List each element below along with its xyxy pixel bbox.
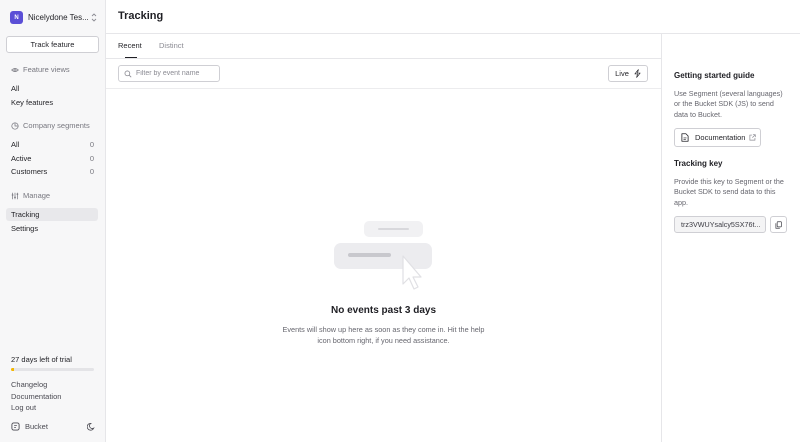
org-switcher[interactable]: N Nicelydone Tes...: [10, 10, 98, 25]
sidebar-item-label: Customers: [11, 167, 48, 176]
external-link-icon: [749, 134, 757, 141]
org-name: Nicelydone Tes...: [28, 13, 89, 22]
track-feature-button[interactable]: Track feature: [6, 36, 99, 53]
live-button[interactable]: Live: [608, 65, 648, 82]
copy-key-button[interactable]: [770, 216, 787, 233]
sidebar-item-label: Tracking: [11, 210, 40, 219]
company-segments-heading: Company segments: [11, 121, 90, 130]
getting-started-heading: Getting started guide: [674, 71, 755, 80]
company-segments-label: Company segments: [23, 121, 90, 130]
copy-icon: [775, 220, 782, 229]
circle-segment-icon: [11, 121, 19, 130]
trial-status: 27 days left of trial: [11, 355, 72, 364]
changelog-link[interactable]: Changelog: [11, 380, 47, 389]
tracking-key-field[interactable]: trz3VWUYsalcy5SX76t...: [674, 216, 766, 233]
trial-progress-fill: [11, 368, 15, 371]
bucket-logo-icon: [11, 422, 20, 431]
live-label: Live: [615, 69, 629, 78]
sliders-icon: [11, 192, 19, 199]
segment-count: 0: [89, 154, 94, 163]
chevron-updown-icon: [91, 13, 97, 22]
brand-label: Bucket: [25, 422, 48, 431]
tab-distinct[interactable]: Distinct: [159, 41, 184, 50]
eye-icon: [11, 67, 19, 72]
manage-label: Manage: [23, 191, 51, 200]
sidebar-item-label: Key features: [11, 98, 54, 107]
sidebar-item-active[interactable]: Active 0: [11, 154, 94, 163]
trial-progress-bar: [11, 368, 94, 371]
org-avatar: N: [10, 11, 23, 24]
sidebar-item-settings[interactable]: Settings: [11, 224, 94, 233]
documentation-button[interactable]: Documentation: [674, 128, 761, 147]
sidebar-item-tracking[interactable]: Tracking: [11, 210, 94, 219]
filter-divider: [106, 88, 661, 89]
segment-count: 0: [89, 140, 94, 149]
document-icon: [681, 133, 689, 142]
event-search[interactable]: [118, 65, 220, 82]
moon-icon[interactable]: [86, 422, 96, 433]
segment-count: 0: [89, 167, 94, 176]
search-icon: [124, 70, 132, 77]
page-title: Tracking: [118, 10, 164, 22]
sidebar-item-label: All: [11, 140, 20, 149]
tracking-key-heading: Tracking key: [674, 159, 723, 168]
search-input[interactable]: [136, 70, 216, 77]
sidebar-item-key-features[interactable]: Key features: [11, 98, 94, 107]
logout-link[interactable]: Log out: [11, 403, 36, 412]
empty-state-illustration: [330, 218, 436, 296]
tabs-divider: [106, 58, 661, 59]
sidebar-item-customers[interactable]: Customers 0: [11, 167, 94, 176]
sidebar-item-label: Active: [11, 154, 32, 163]
manage-heading: Manage: [11, 191, 50, 200]
sidebar-item-label: All: [11, 84, 20, 93]
empty-state-title: No events past 3 days: [330, 305, 437, 316]
feature-views-label: Feature views: [23, 65, 70, 74]
sidebar-item-all-features[interactable]: All: [11, 84, 94, 93]
bucket-brand[interactable]: Bucket: [11, 422, 48, 431]
tracking-key-text: Provide this key to Segment or the Bucke…: [674, 177, 784, 207]
feature-views-heading: Feature views: [11, 65, 70, 74]
tab-recent[interactable]: Recent: [118, 41, 142, 50]
lightning-icon: [634, 69, 641, 78]
documentation-label: Documentation: [695, 133, 746, 142]
sidebar-item-all-segments[interactable]: All 0: [11, 140, 94, 149]
documentation-link[interactable]: Documentation: [11, 392, 61, 401]
getting-started-text: Use Segment (several languages) or the B…: [674, 89, 783, 119]
empty-state-description: Events will show up here as soon as they…: [282, 325, 485, 345]
sidebar-item-label: Settings: [11, 224, 39, 233]
